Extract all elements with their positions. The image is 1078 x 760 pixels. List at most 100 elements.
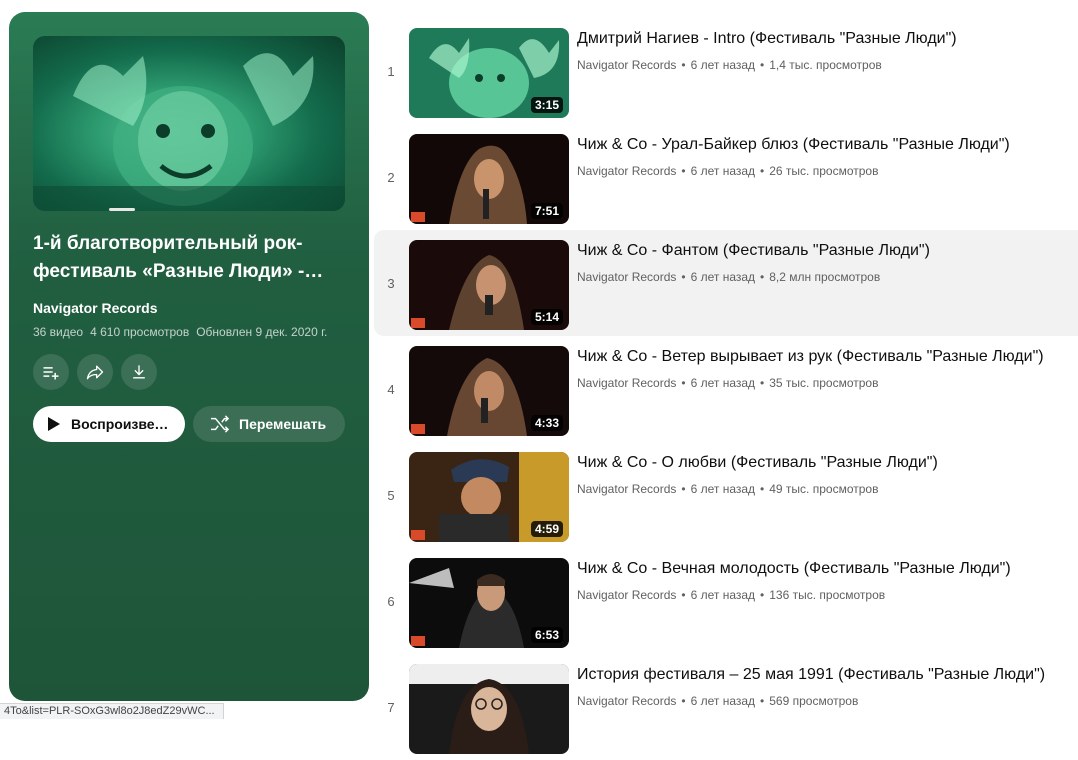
playlist-video-item[interactable]: 5 4:59 Чиж & Co - О любви (Фестиваль "Ра… — [374, 442, 1078, 548]
shuffle-icon — [211, 415, 230, 433]
video-meta: Navigator Records • 6 лет назад • 49 тыс. … — [577, 482, 878, 496]
video-views: 26 тыс. просмотров — [769, 164, 879, 178]
playlist-actions — [33, 354, 157, 390]
play-all-button[interactable]: Воспроизвес... — [33, 406, 185, 442]
video-index: 6 — [387, 594, 395, 609]
video-title[interactable]: Чиж & Co - Ветер вырывает из рук (Фестив… — [577, 346, 1072, 368]
playlist-thumbnail[interactable] — [33, 36, 345, 211]
video-thumbnail[interactable]: 7:51 — [409, 134, 569, 224]
video-thumbnail[interactable]: 5:14 — [409, 240, 569, 330]
video-duration: 4:33 — [530, 415, 563, 431]
video-channel[interactable]: Navigator Records — [577, 482, 676, 496]
playlist-video-list: 1 3:15 Дмитрий Нагиев - Intro (Фестиваль… — [374, 18, 1078, 760]
video-meta: Navigator Records • 6 лет назад • 8,2 млн … — [577, 270, 880, 284]
play-icon — [48, 417, 60, 431]
playlist-title[interactable]: 1-й благотворительный рок-фестиваль «Раз… — [33, 230, 353, 286]
video-views: 136 тыс. просмотров — [769, 588, 886, 602]
video-age: 6 лет назад — [690, 482, 756, 496]
share-button[interactable] — [77, 354, 113, 390]
meta-separator: • — [760, 482, 765, 496]
video-channel[interactable]: Navigator Records — [577, 588, 676, 602]
video-thumbnail[interactable]: 6:53 — [409, 558, 569, 648]
video-duration: 5:14 — [530, 309, 563, 325]
playlist-video-item[interactable]: 2 7:51 Чиж & Co - Урал-Байкер блюз (Фест… — [374, 124, 1078, 230]
video-age: 6 лет назад — [690, 58, 756, 72]
video-age: 6 лет назад — [690, 694, 756, 708]
video-index: 3 — [387, 276, 395, 291]
meta-separator: • — [760, 58, 765, 72]
video-duration: 4:59 — [530, 521, 563, 537]
meta-separator: • — [681, 270, 686, 284]
video-thumbnail[interactable] — [409, 664, 569, 754]
video-thumbnail[interactable]: 4:33 — [409, 346, 569, 436]
video-thumbnail[interactable]: 4:59 — [409, 452, 569, 542]
video-age: 6 лет назад — [690, 376, 756, 390]
meta-separator: • — [681, 58, 686, 72]
video-views: 8,2 млн просмотров — [769, 270, 881, 284]
video-title[interactable]: История фестиваля – 25 мая 1991 (Фестива… — [577, 664, 1072, 686]
video-views: 49 тыс. просмотров — [769, 482, 879, 496]
shuffle-button[interactable]: Перемешать — [193, 406, 345, 442]
updated-date: Обновлен 9 дек. 2020 г. — [196, 325, 328, 339]
video-count: 36 видео — [33, 325, 84, 339]
video-duration: 3:15 — [530, 97, 563, 113]
video-meta: Navigator Records • 6 лет назад • 136 тыс.… — [577, 588, 885, 602]
video-channel[interactable]: Navigator Records — [577, 694, 676, 708]
video-title[interactable]: Дмитрий Нагиев - Intro (Фестиваль "Разны… — [577, 28, 1072, 50]
video-views: 35 тыс. просмотров — [769, 376, 879, 390]
meta-separator: • — [681, 164, 686, 178]
video-index: 7 — [387, 700, 395, 715]
meta-separator: • — [760, 376, 765, 390]
meta-separator: • — [681, 376, 686, 390]
video-views: 1,4 тыс. просмотров — [769, 58, 882, 72]
video-title[interactable]: Чиж & Co - Урал-Байкер блюз (Фестиваль "… — [577, 134, 1072, 156]
meta-separator: • — [760, 694, 765, 708]
video-title[interactable]: Чиж & Co - Фантом (Фестиваль "Разные Люд… — [577, 240, 1072, 262]
thumbnail-image — [409, 664, 569, 754]
video-meta: Navigator Records • 6 лет назад • 26 тыс. … — [577, 164, 878, 178]
status-bar-url: 4To&list=PLR-SOxG3wl8o2J8edZ29vWC... — [0, 703, 224, 719]
playlist-meta: 36 видео 4 610 просмотров Обновлен 9 дек… — [33, 325, 327, 339]
video-age: 6 лет назад — [690, 164, 756, 178]
playlist-panel: 1-й благотворительный рок-фестиваль «Раз… — [9, 12, 369, 701]
meta-separator: • — [760, 270, 765, 284]
video-meta: Navigator Records • 6 лет назад • 569 прос… — [577, 694, 858, 708]
video-thumbnail[interactable]: 3:15 — [409, 28, 569, 118]
playlist-video-item[interactable]: 4 4:33 Чиж & Co - Ветер вырывает из рук … — [374, 336, 1078, 442]
playlist-video-item[interactable]: 1 3:15 Дмитрий Нагиев - Intro (Фестиваль… — [374, 18, 1078, 124]
share-icon — [86, 365, 104, 380]
shuffle-label: Перемешать — [239, 416, 327, 432]
add-to-queue-button[interactable] — [33, 354, 69, 390]
video-index: 4 — [387, 382, 395, 397]
meta-separator: • — [681, 694, 686, 708]
download-icon — [133, 365, 145, 379]
playlist-channel[interactable]: Navigator Records — [33, 300, 157, 316]
video-age: 6 лет назад — [690, 588, 756, 602]
download-button[interactable] — [121, 354, 157, 390]
meta-separator: • — [681, 588, 686, 602]
playlist-video-item-active[interactable]: 3 5:14 Чиж & Co - Фантом (Фестиваль "Раз… — [374, 230, 1078, 336]
video-age: 6 лет назад — [690, 270, 756, 284]
video-duration: 6:53 — [530, 627, 563, 643]
video-channel[interactable]: Navigator Records — [577, 376, 676, 390]
video-channel[interactable]: Navigator Records — [577, 58, 676, 72]
video-index: 5 — [387, 488, 395, 503]
video-channel[interactable]: Navigator Records — [577, 270, 676, 284]
playlist-video-item[interactable]: 6 6:53 Чиж & Co - Вечная молодость (Фест… — [374, 548, 1078, 654]
thumbnail-image — [33, 53, 345, 211]
video-index: 2 — [387, 170, 395, 185]
add-to-queue-icon — [43, 367, 59, 380]
video-title[interactable]: Чиж & Co - О любви (Фестиваль "Разные Лю… — [577, 452, 1072, 474]
video-title[interactable]: Чиж & Co - Вечная молодость (Фестиваль "… — [577, 558, 1072, 580]
video-index: 1 — [387, 64, 395, 79]
video-meta: Navigator Records • 6 лет назад • 35 тыс. … — [577, 376, 878, 390]
view-count: 4 610 просмотров — [90, 325, 190, 339]
video-duration: 7:51 — [530, 203, 563, 219]
video-channel[interactable]: Navigator Records — [577, 164, 676, 178]
thumbnail-progress — [109, 208, 135, 211]
video-views: 569 просмотров — [769, 694, 859, 708]
meta-separator: • — [681, 482, 686, 496]
play-all-label: Воспроизвес... — [71, 416, 169, 432]
meta-separator: • — [760, 164, 765, 178]
playlist-video-item[interactable]: 7 История фестиваля – 25 мая 1991 (Фести… — [374, 654, 1078, 760]
